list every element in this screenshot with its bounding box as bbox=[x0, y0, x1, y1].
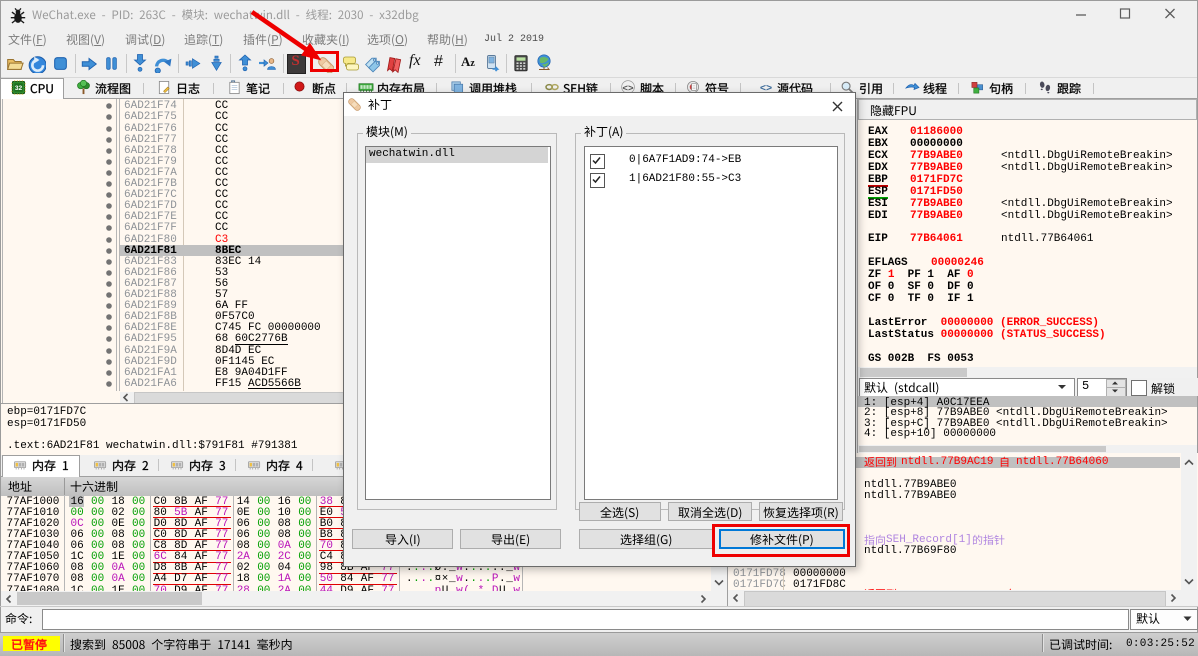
svg-text:32: 32 bbox=[14, 85, 22, 92]
